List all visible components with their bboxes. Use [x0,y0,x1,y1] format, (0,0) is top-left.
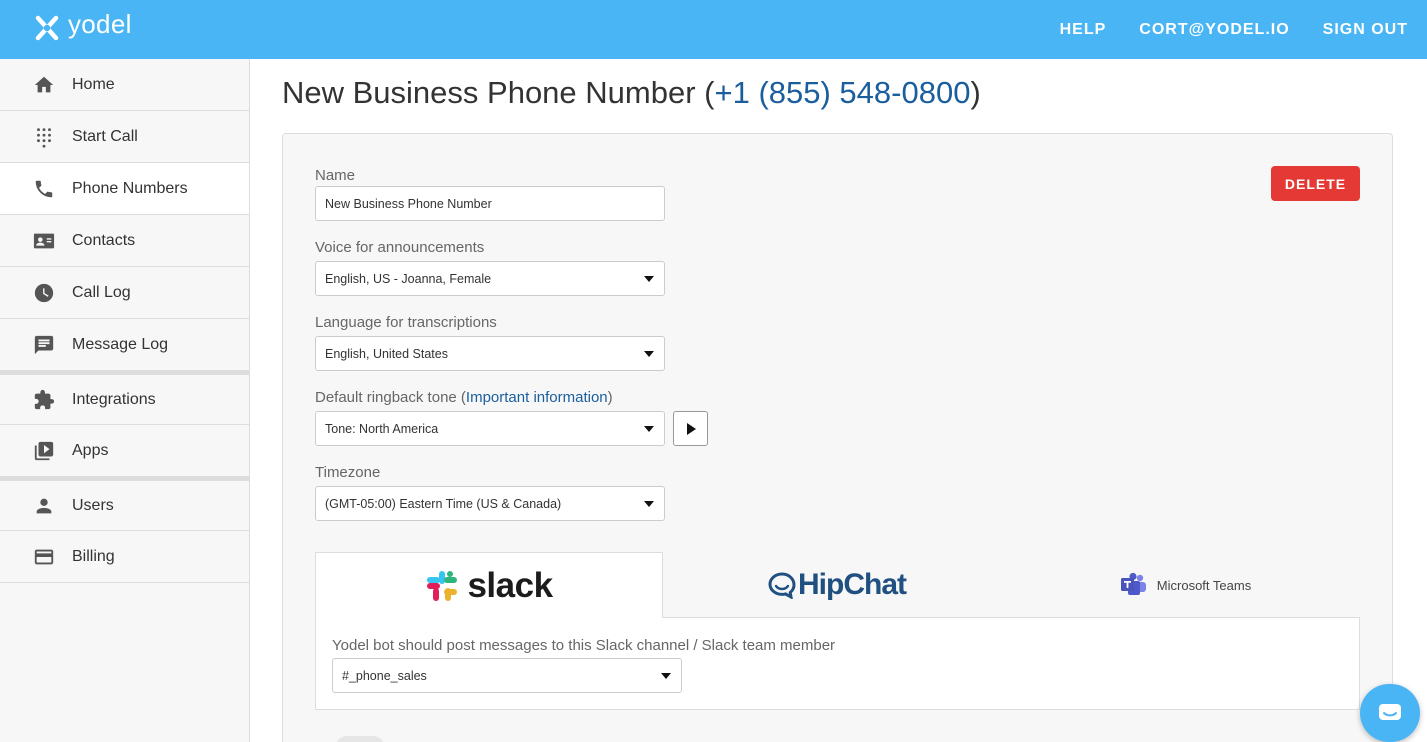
sidebar-item-label: Call Log [72,283,131,301]
caret-down-icon [661,673,671,679]
sidebar-item-phone-numbers[interactable]: Phone Numbers [0,163,249,215]
slack-integration-panel: Yodel bot should post messages to this S… [315,617,1360,710]
sidebar-item-contacts[interactable]: Contacts [0,215,249,267]
ringback-label: Default ringback tone (Important informa… [315,389,613,406]
sidebar-item-label: Home [72,75,115,93]
tab-hipchat[interactable]: HipChat [663,552,1011,618]
tab-slack-label: slack [467,565,553,605]
voice-select-value: English, US - Joanna, Female [325,271,492,286]
chat-icon [1379,704,1401,720]
sidebar-item-integrations[interactable]: Integrations [0,371,249,425]
tab-microsoft-teams[interactable]: Microsoft Teams [1011,552,1360,618]
play-ringback-button[interactable] [673,411,708,446]
slack-channel-value: #_phone_sales [342,668,427,683]
page-title: New Business Phone Number (+1 (855) 548-… [282,75,981,111]
play-icon [686,422,696,435]
ringback-select-value: Tone: North America [325,421,439,436]
hipchat-logo-icon [768,572,796,599]
puzzle-icon [33,389,55,411]
apps-icon [33,440,55,462]
clock-icon [33,282,55,304]
contact-card-icon [33,230,55,252]
sidebar-item-billing[interactable]: Billing [0,531,249,583]
sidebar-item-message-log[interactable]: Message Log [0,319,249,371]
sidebar-item-apps[interactable]: Apps [0,425,249,477]
ringback-select[interactable]: Tone: North America [315,411,665,446]
save-fab-partial[interactable] [335,736,385,742]
tab-hipchat-label: HipChat [798,568,907,601]
ringback-label-suffix: ) [607,389,613,406]
microsoft-teams-logo-icon [1120,572,1146,595]
support-chat-button[interactable] [1360,684,1420,742]
sidebar: Home Start Call Phone Numbers Contacts C… [0,59,250,742]
voice-select[interactable]: English, US - Joanna, Female [315,261,665,296]
timezone-label: Timezone [315,464,381,481]
voice-label: Voice for announcements [315,239,485,256]
name-field[interactable]: New Business Phone Number [315,186,665,221]
language-select-value: English, United States [325,346,448,361]
caret-down-icon [644,501,654,507]
top-nav: HELP CORT@YODEL.IO SIGN OUT [1060,0,1408,59]
main-content: New Business Phone Number (+1 (855) 548-… [250,59,1427,742]
caret-down-icon [644,276,654,282]
phone-icon [33,178,55,200]
important-information-link[interactable]: Important information [466,389,608,406]
caret-down-icon [644,351,654,357]
yodel-logo-icon [35,15,59,40]
integration-tabs: slack HipChat Microsoft Teams [315,552,1360,618]
dialpad-icon [33,126,55,148]
user-icon [33,495,55,517]
account-link[interactable]: CORT@YODEL.IO [1139,21,1289,39]
sidebar-item-users[interactable]: Users [0,477,249,531]
sidebar-item-label: Integrations [72,390,156,408]
language-select[interactable]: English, United States [315,336,665,371]
timezone-select[interactable]: (GMT-05:00) Eastern Time (US & Canada) [315,486,665,521]
help-link[interactable]: HELP [1060,21,1107,39]
caret-down-icon [644,426,654,432]
sidebar-item-label: Message Log [72,335,169,353]
slack-channel-label: Yodel bot should post messages to this S… [332,637,836,654]
page-title-suffix: ) [970,75,981,110]
sidebar-item-call-log[interactable]: Call Log [0,267,249,319]
yodel-logo[interactable]: yodel [32,9,132,43]
delete-button[interactable]: DELETE [1271,166,1360,201]
home-icon [33,74,55,96]
slack-channel-select[interactable]: #_phone_sales [332,658,682,693]
sidebar-item-start-call[interactable]: Start Call [0,111,249,163]
slack-logo-icon [427,570,458,601]
sidebar-item-label: Contacts [72,231,136,249]
page-title-prefix: New Business Phone Number ( [282,75,715,110]
sidebar-item-label: Apps [72,441,109,459]
tab-microsoft-teams-label: Microsoft Teams [1156,577,1252,593]
top-bar: yodel HELP CORT@YODEL.IO SIGN OUT [0,0,1427,59]
logo-text: yodel [68,9,132,39]
language-label: Language for transcriptions [315,314,497,331]
sidebar-item-home[interactable]: Home [0,59,249,111]
sidebar-item-label: Billing [72,547,115,565]
sign-out-link[interactable]: SIGN OUT [1323,21,1408,39]
timezone-select-value: (GMT-05:00) Eastern Time (US & Canada) [325,496,562,511]
tab-slack[interactable]: slack [315,552,663,618]
name-label: Name [315,167,356,184]
sidebar-item-label: Users [72,496,114,514]
credit-card-icon [33,546,55,568]
phone-number-settings-card: DELETE Name New Business Phone Number Vo… [282,133,1393,742]
sidebar-item-label: Start Call [72,127,138,145]
sidebar-item-label: Phone Numbers [72,179,188,197]
phone-number-text: +1 (855) 548-0800 [714,75,971,110]
message-icon [33,334,55,356]
ringback-label-prefix: Default ringback tone ( [315,389,466,406]
